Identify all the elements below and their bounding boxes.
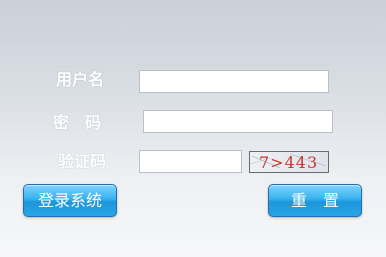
login-panel: 用户名 密 码 验证码 7>443 登录系统 重 置	[0, 0, 386, 257]
password-input[interactable]	[143, 110, 333, 133]
password-label: 密 码	[53, 113, 102, 132]
username-input[interactable]	[139, 70, 329, 93]
captcha-image[interactable]: 7>443	[249, 151, 329, 173]
reset-button[interactable]: 重 置	[268, 184, 362, 217]
login-button[interactable]: 登录系统	[23, 184, 117, 217]
captcha-svg: 7>443	[250, 153, 327, 172]
username-label: 用户名	[56, 70, 105, 89]
captcha-input[interactable]	[139, 150, 242, 173]
captcha-label: 验证码	[58, 152, 107, 171]
captcha-text: 7>443	[259, 153, 318, 172]
